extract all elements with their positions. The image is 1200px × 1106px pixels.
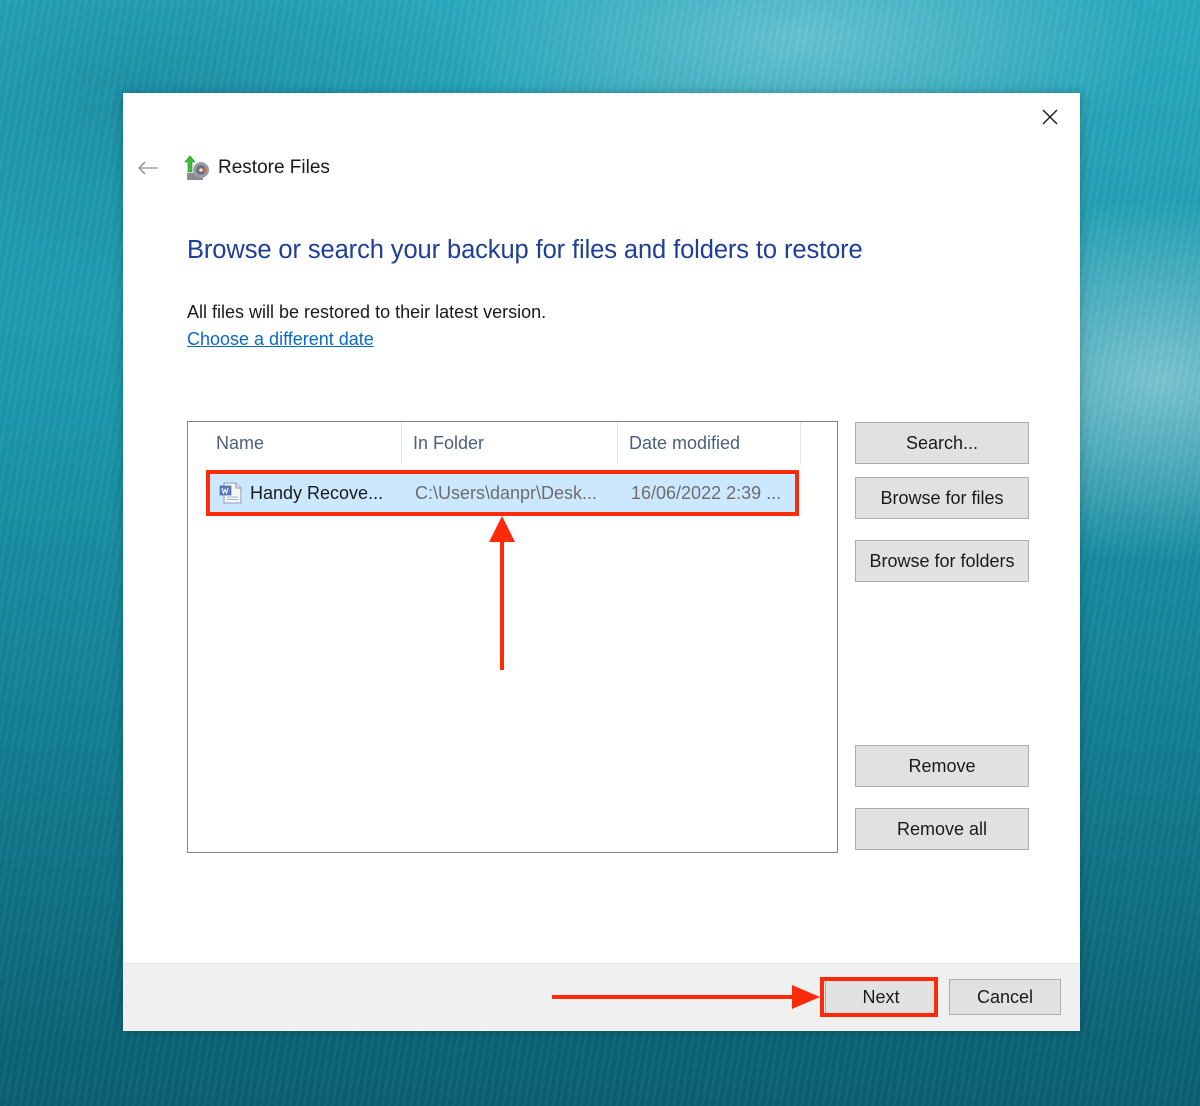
close-icon xyxy=(1042,109,1058,125)
browse-for-files-button[interactable]: Browse for files xyxy=(855,477,1029,519)
restore-files-dialog: Restore Files Browse or search your back… xyxy=(123,93,1080,1031)
window-title: Restore Files xyxy=(218,157,330,178)
file-list[interactable]: Name In Folder Date modified Handy Recov… xyxy=(187,421,838,853)
file-date-modified: 16/06/2022 2:39 ... xyxy=(631,482,782,503)
restore-info-text: All files will be restored to their late… xyxy=(187,302,547,322)
back-button[interactable] xyxy=(135,157,161,179)
remove-all-button[interactable]: Remove all xyxy=(855,808,1029,850)
file-name: Handy Recove... xyxy=(250,482,384,503)
close-button[interactable] xyxy=(1038,105,1062,129)
choose-different-date-link[interactable]: Choose a different date xyxy=(187,329,374,350)
file-folder: C:\Users\danpr\Desk... xyxy=(415,482,598,503)
document-icon xyxy=(219,482,242,504)
column-header-in-folder[interactable]: In Folder xyxy=(402,422,618,464)
search-button[interactable]: Search... xyxy=(855,422,1029,464)
list-item[interactable]: Handy Recove... C:\Users\danpr\Desk... 1… xyxy=(206,470,799,516)
list-header: Name In Folder Date modified xyxy=(188,422,808,464)
back-arrow-icon xyxy=(137,161,158,175)
column-header-date-modified[interactable]: Date modified xyxy=(618,422,801,464)
remove-button[interactable]: Remove xyxy=(855,745,1029,787)
column-header-name[interactable]: Name xyxy=(188,422,402,464)
dialog-footer: Next Cancel xyxy=(123,963,1080,1031)
cancel-button[interactable]: Cancel xyxy=(949,979,1061,1015)
page-heading: Browse or search your backup for files a… xyxy=(187,236,863,264)
backup-restore-icon xyxy=(184,155,209,180)
browse-for-folders-button[interactable]: Browse for folders xyxy=(855,540,1029,582)
next-button[interactable]: Next xyxy=(825,979,937,1015)
